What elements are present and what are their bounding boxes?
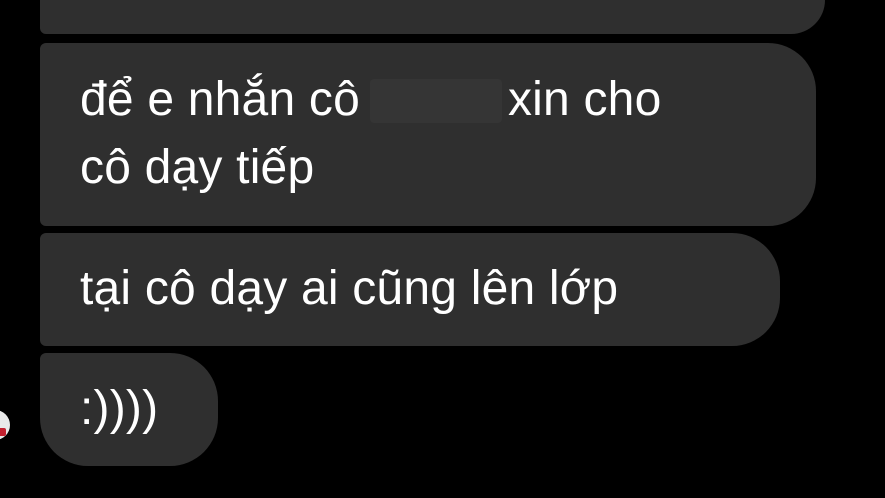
message-text-part: xin cho: [507, 73, 662, 126]
message-text: :)))): [80, 382, 159, 435]
message-bubble[interactable]: :)))): [40, 353, 218, 466]
message-bubble[interactable]: để e nhắn cô xin cho cô dạy tiếp: [40, 43, 816, 226]
redacted-name: [369, 79, 502, 123]
message-bubble[interactable]: tại cô dạy ai cũng lên lớp: [40, 233, 780, 346]
message-text-part: để e nhắn cô: [80, 73, 360, 126]
message-line: để e nhắn cô xin cho: [80, 66, 776, 134]
message-bubble-previous[interactable]: [40, 0, 825, 34]
message-line: cô dạy tiếp: [80, 141, 315, 194]
message-text: tại cô dạy ai cũng lên lớp: [80, 262, 619, 315]
chat-thread: để e nhắn cô xin cho cô dạy tiếp tại cô d…: [0, 0, 885, 498]
sender-avatar[interactable]: [0, 410, 10, 440]
